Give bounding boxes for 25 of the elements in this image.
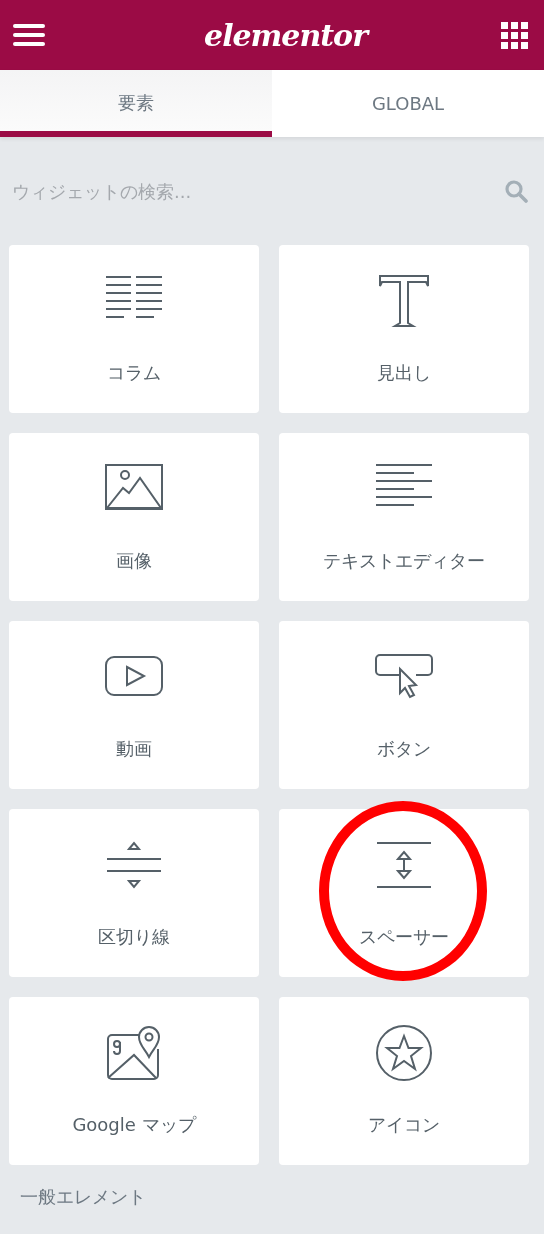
widget-card[interactable]: 区切り線 <box>9 809 259 977</box>
widget-card[interactable]: ボタン <box>279 621 529 789</box>
search-field[interactable]: ウィジェットの検索... <box>10 179 504 203</box>
widget-label: スペーサー <box>359 925 449 949</box>
widget-card[interactable]: 動画 <box>9 621 259 789</box>
widget-label: 画像 <box>116 549 152 573</box>
section-title: 一般エレメント <box>19 1185 147 1209</box>
tab[interactable]: 要素 <box>0 70 272 137</box>
widget-card[interactable]: 画像 <box>9 433 259 601</box>
widget-label: 見出し <box>377 361 431 385</box>
widget-card[interactable]: コラム <box>9 245 259 413</box>
widget-label: ボタン <box>377 737 431 761</box>
widget-label: アイコン <box>368 1113 440 1137</box>
widget-label: 区切り線 <box>98 925 170 949</box>
menu-icon[interactable] <box>12 24 46 46</box>
widget-card[interactable]: アイコン <box>279 997 529 1165</box>
widget-label: テキストエディター <box>323 549 485 573</box>
widget-card[interactable]: 見出し <box>279 245 529 413</box>
apps-grid-icon[interactable] <box>501 21 528 49</box>
widget-label: Google マップ <box>72 1113 196 1137</box>
widget-label: 動画 <box>116 737 152 761</box>
widget-card[interactable]: Google マップ <box>9 997 259 1165</box>
widget-label: コラム <box>107 361 161 385</box>
tab[interactable]: GLOBAL <box>272 70 544 137</box>
widget-card[interactable]: テキストエディター <box>279 433 529 601</box>
